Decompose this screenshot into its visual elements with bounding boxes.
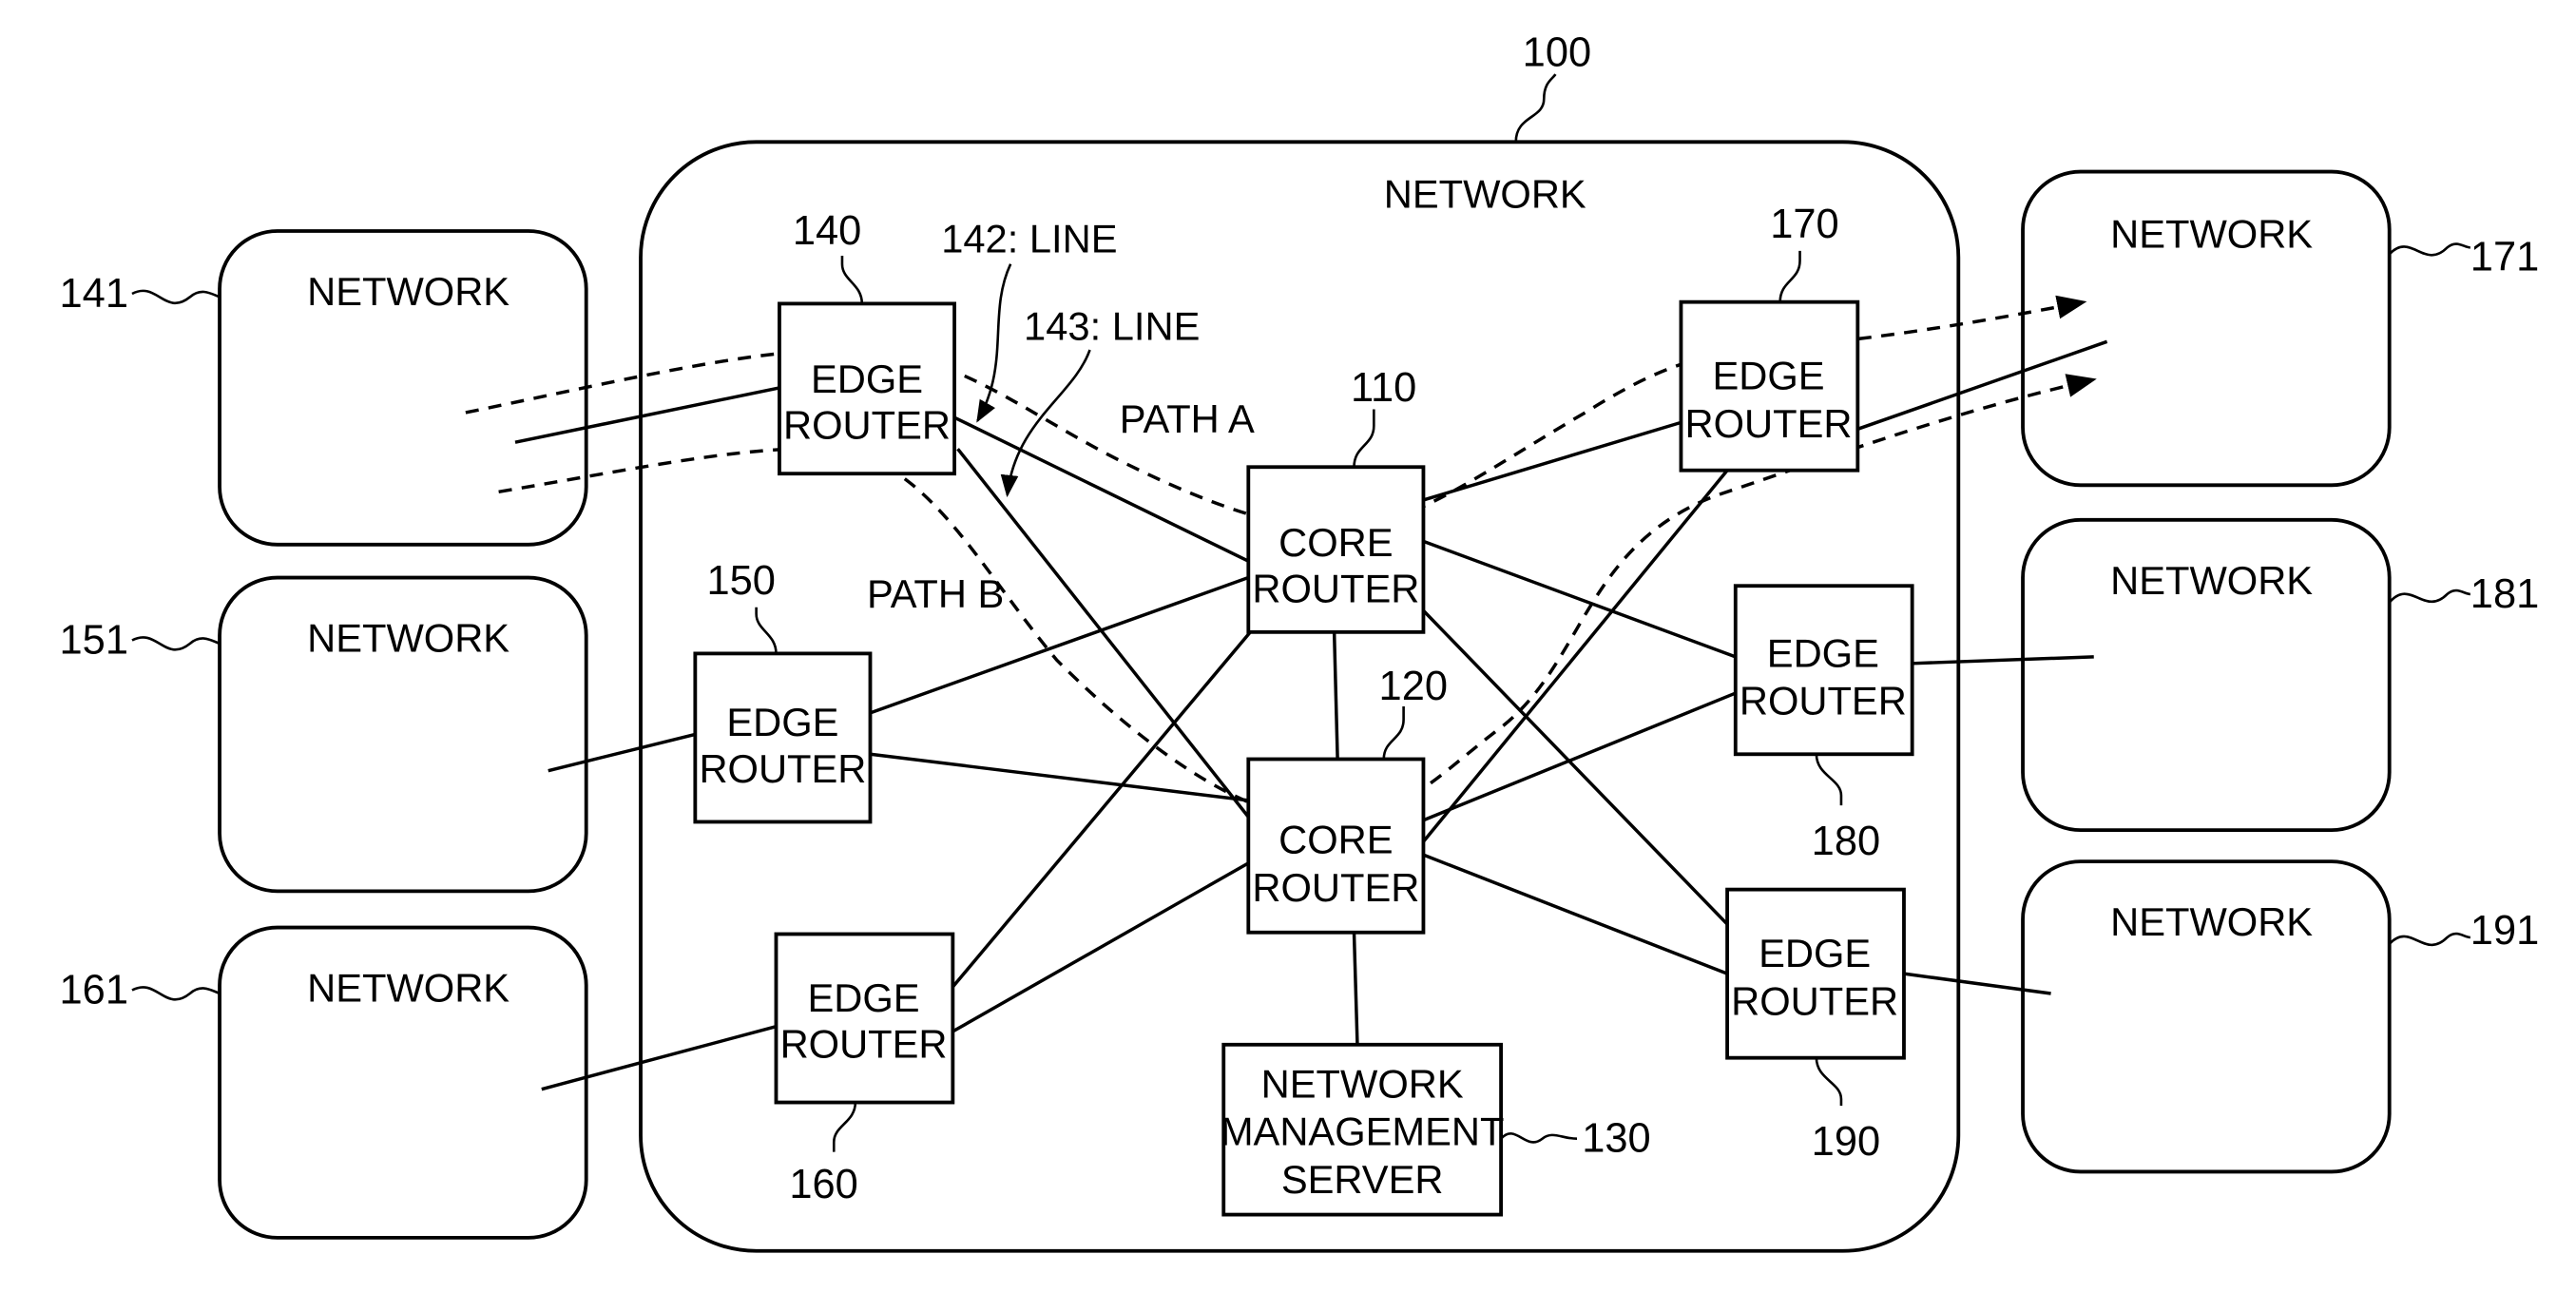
link-120-130 — [1352, 932, 1359, 1045]
ref-181: 181 — [2470, 571, 2539, 617]
ref-140: 140 — [793, 208, 861, 254]
ref-181-leader — [2388, 588, 2470, 604]
ref-150-leader — [755, 607, 778, 654]
main-network-label: NETWORK — [1384, 172, 1586, 217]
ref-120: 120 — [1379, 664, 1448, 709]
ref-170-leader — [1778, 250, 1801, 302]
ref-110-leader — [1353, 409, 1375, 468]
ref-161: 161 — [60, 967, 128, 1013]
ref-190: 190 — [1812, 1119, 1880, 1165]
edge-router-180-line2: ROUTER — [1740, 679, 1907, 724]
link-160-120 — [952, 861, 1250, 1033]
ref-191-leader — [2388, 932, 2470, 947]
link-120-190 — [1422, 853, 1728, 975]
ref-130-leader — [1500, 1132, 1578, 1144]
ref-141-leader — [131, 289, 221, 304]
ref-191: 191 — [2470, 908, 2539, 954]
edge-router-140-line1: EDGE — [811, 357, 923, 401]
external-network-161-label: NETWORK — [307, 966, 509, 1011]
ref-140-leader — [840, 256, 864, 304]
edge-router-190-line2: ROUTER — [1731, 979, 1898, 1024]
ref-100-leader — [1514, 73, 1557, 143]
edge-router-180-line1: EDGE — [1767, 630, 1879, 675]
path-b-label: PATH B — [867, 571, 1004, 616]
ref-190-leader — [1815, 1057, 1843, 1107]
link-110-170 — [1422, 420, 1682, 502]
ref-151-leader — [131, 636, 221, 651]
ref-120-leader — [1382, 705, 1405, 760]
external-network-171-label: NETWORK — [2110, 211, 2313, 256]
ref-130: 130 — [1582, 1116, 1650, 1162]
core-router-110-line1: CORE — [1278, 520, 1393, 565]
link-141-140 — [514, 386, 780, 444]
external-network-191-label: NETWORK — [2110, 899, 2313, 944]
ref-171: 171 — [2470, 235, 2539, 280]
link-180-181 — [1912, 655, 2094, 666]
ref-160-leader — [832, 1102, 857, 1152]
link-110-180 — [1422, 539, 1737, 659]
link-160-110 — [952, 628, 1254, 989]
edge-router-170-line2: ROUTER — [1685, 401, 1853, 446]
edge-router-150-line2: ROUTER — [699, 746, 866, 791]
server-line2: MANAGEMENT — [1221, 1109, 1505, 1154]
edge-router-160-line1: EDGE — [807, 975, 919, 1020]
network-diagram: 100 NETWORK NETWORK 141 NETWORK 151 NETW… — [60, 29, 2539, 1253]
link-170-171 — [1856, 339, 2108, 431]
core-router-120-line1: CORE — [1278, 817, 1393, 861]
server-line1: NETWORK — [1261, 1061, 1464, 1106]
external-network-151-label: NETWORK — [307, 616, 509, 661]
ref-180: 180 — [1812, 819, 1880, 864]
core-router-120-line2: ROUTER — [1252, 865, 1419, 910]
external-network-141-label: NETWORK — [307, 269, 509, 314]
edge-router-150-line1: EDGE — [726, 700, 838, 744]
edge-router-190-line1: EDGE — [1759, 931, 1871, 975]
ref-151: 151 — [60, 617, 128, 663]
server-line3: SERVER — [1281, 1157, 1444, 1202]
ref-161-leader — [131, 986, 221, 1001]
link-120-180 — [1422, 691, 1737, 822]
ref-180-leader — [1815, 754, 1843, 806]
link-151-150 — [548, 732, 696, 773]
link-150-120 — [870, 752, 1249, 802]
external-network-181-label: NETWORK — [2110, 558, 2313, 603]
core-router-110-line2: ROUTER — [1252, 567, 1419, 611]
line-143-label: 143: LINE — [1024, 304, 1200, 349]
link-140-120 — [956, 448, 1250, 819]
ref-171-leader — [2388, 242, 2470, 257]
edge-router-140-line2: ROUTER — [783, 403, 951, 448]
ref-170: 170 — [1770, 202, 1838, 247]
link-190-191 — [1903, 972, 2051, 995]
link-110-120 — [1332, 631, 1339, 760]
edge-router-160-line2: ROUTER — [780, 1022, 948, 1067]
ref-150: 150 — [707, 558, 776, 604]
line-142-label: 142: LINE — [941, 217, 1117, 261]
edge-router-170-line1: EDGE — [1712, 354, 1824, 398]
link-161-160 — [541, 1025, 777, 1091]
ref-160: 160 — [789, 1162, 857, 1207]
path-a-label: PATH A — [1120, 396, 1255, 441]
ref-110: 110 — [1351, 365, 1416, 411]
ref-100: 100 — [1523, 29, 1591, 75]
ref-141: 141 — [60, 271, 128, 317]
